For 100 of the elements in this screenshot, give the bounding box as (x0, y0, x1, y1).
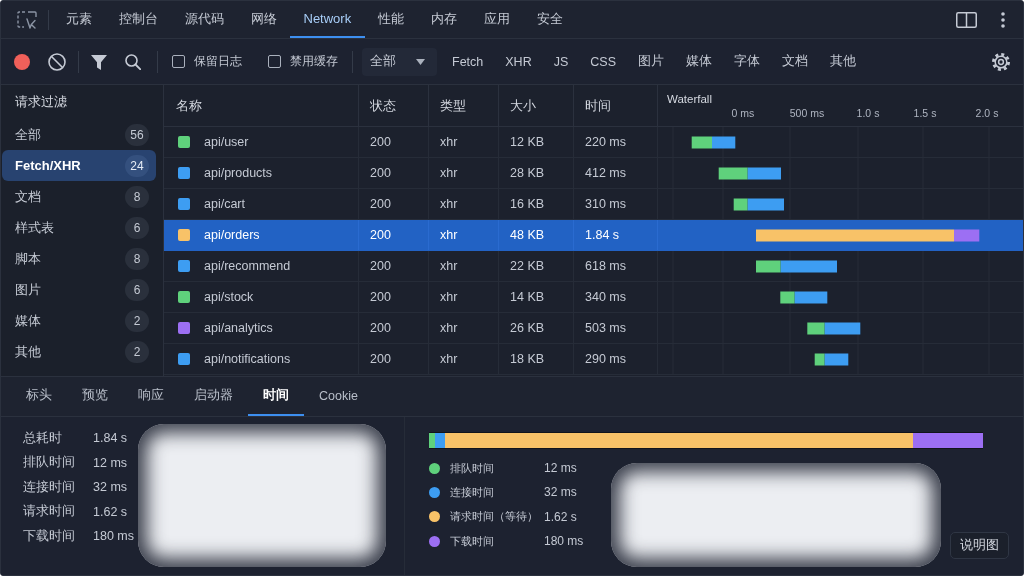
size-cell: 14 KB (510, 290, 545, 304)
chart-title: Waterfall (667, 93, 712, 105)
count-badge: 8 (125, 185, 149, 208)
timing-label: 排队时间 (23, 454, 75, 472)
time-cell: 220 ms (585, 135, 626, 149)
request-name: api/orders (204, 228, 260, 242)
panel-tab[interactable]: 安全 (523, 1, 577, 38)
legend-label: 连接时间 (450, 484, 495, 500)
filter-item[interactable]: 文档 8 (2, 181, 156, 212)
size-cell: 18 KB (510, 352, 545, 366)
panel-tab[interactable]: 内存 (417, 1, 471, 38)
settings-icon[interactable] (991, 51, 1011, 72)
legend-value: 12 ms (544, 461, 577, 476)
detail-tab[interactable]: 启动器 (179, 377, 248, 416)
status-cell: 200 (370, 166, 391, 180)
timing-label: 下载时间 (23, 527, 75, 545)
tick-label: 0 ms (731, 107, 755, 119)
filter-item[interactable]: Fetch/XHR 24 (2, 150, 156, 181)
table-row[interactable]: api/orders 200 xhr 48 KB 1.84 s (164, 220, 1023, 251)
filter-item[interactable]: 样式表 6 (2, 212, 156, 243)
request-name: api/stock (204, 290, 254, 304)
type-cell: xhr (440, 259, 458, 273)
count-badge: 6 (125, 278, 149, 301)
type-filter[interactable]: 文档 (770, 53, 819, 70)
count-badge: 2 (125, 340, 149, 363)
timing-value: 12 ms (93, 455, 128, 470)
type-filter[interactable]: CSS (579, 53, 627, 70)
size-cell: 48 KB (510, 228, 545, 242)
status-cell: 200 (370, 352, 391, 366)
time-cell: 503 ms (585, 321, 626, 335)
filter-icon[interactable] (91, 53, 107, 70)
request-name: api/recommend (204, 259, 291, 273)
type-cell: xhr (440, 352, 458, 366)
legend-value: 1.62 s (544, 509, 577, 524)
checkbox-label[interactable]: 保留日志 (194, 53, 242, 70)
count-badge: 8 (125, 247, 149, 270)
column-header[interactable]: 名称 (176, 96, 202, 115)
search-icon[interactable] (125, 53, 141, 70)
panel-tab[interactable]: 性能 (364, 1, 418, 38)
count-badge: 2 (125, 309, 149, 332)
status-cell: 200 (370, 290, 391, 304)
type-dropdown[interactable]: 全部 (362, 47, 437, 76)
checkbox-label[interactable]: 禁用缓存 (290, 53, 338, 70)
count-badge: 24 (125, 154, 149, 177)
detail-tab[interactable]: 时间 (248, 377, 304, 416)
filter-item[interactable]: 其他 2 (2, 336, 156, 367)
time-cell: 310 ms (585, 197, 626, 211)
type-cell: xhr (440, 228, 458, 242)
type-filter[interactable]: XHR (494, 53, 543, 70)
status-cell: 200 (370, 259, 391, 273)
type-filter[interactable]: 媒体 (674, 53, 723, 70)
detail-tab[interactable]: 预览 (67, 377, 123, 416)
checkbox[interactable] (172, 55, 185, 68)
panel-tab[interactable]: 网络 (237, 1, 290, 38)
checkbox[interactable] (268, 55, 281, 68)
count-badge: 56 (125, 123, 149, 146)
panel-tab[interactable]: 控制台 (105, 1, 171, 38)
tick-label: 500 ms (789, 107, 825, 119)
status-cell: 200 (370, 135, 391, 149)
filter-item[interactable]: 脚本 8 (2, 243, 156, 274)
type-filter[interactable]: 图片 (626, 53, 675, 70)
sidebar-title: 请求过滤 (15, 93, 67, 111)
clear-icon[interactable] (48, 52, 66, 71)
record-icon[interactable] (14, 53, 30, 70)
panel-tab[interactable]: 元素 (52, 1, 105, 38)
tick-label: 1.5 s (913, 107, 937, 119)
type-cell: xhr (440, 321, 458, 335)
column-header[interactable]: 类型 (440, 96, 466, 115)
type-filter[interactable]: 其他 (818, 53, 867, 70)
column-header[interactable]: 时间 (585, 96, 611, 115)
explain-button[interactable]: 说明图 (950, 532, 1009, 559)
filter-item[interactable]: 媒体 2 (2, 305, 156, 336)
time-cell: 290 ms (585, 352, 626, 366)
type-filter[interactable]: 字体 (722, 53, 771, 70)
size-cell: 28 KB (510, 166, 545, 180)
status-cell: 200 (370, 321, 391, 335)
inspect-icon[interactable] (17, 10, 37, 29)
request-name: api/cart (204, 197, 245, 211)
column-header[interactable]: 状态 (370, 96, 396, 115)
timing-value: 1.84 s (93, 431, 128, 446)
waterfall-bar-segment (747, 167, 781, 180)
request-name: api/user (204, 135, 249, 149)
timing-value: 1.62 s (93, 504, 128, 519)
more-menu-icon[interactable] (1001, 11, 1005, 28)
detail-tab[interactable]: 响应 (123, 377, 179, 416)
legend-value: 180 ms (544, 534, 584, 549)
filter-item[interactable]: 全部 56 (2, 119, 156, 150)
panel-tab[interactable]: 应用 (470, 1, 524, 38)
split-panel-icon[interactable] (956, 11, 977, 28)
filter-item[interactable]: 图片 6 (2, 274, 156, 305)
panel-tab[interactable]: 源代码 (171, 1, 237, 38)
type-filter[interactable]: Fetch (441, 53, 495, 70)
type-cell: xhr (440, 197, 458, 211)
column-header[interactable]: 大小 (510, 96, 536, 115)
count-badge: 6 (125, 216, 149, 239)
type-cell: xhr (440, 135, 458, 149)
type-filter[interactable]: JS (542, 53, 580, 70)
detail-tab[interactable]: 标头 (11, 377, 67, 416)
status-cell: 200 (370, 228, 391, 242)
detail-tab[interactable]: Cookie (304, 377, 373, 416)
